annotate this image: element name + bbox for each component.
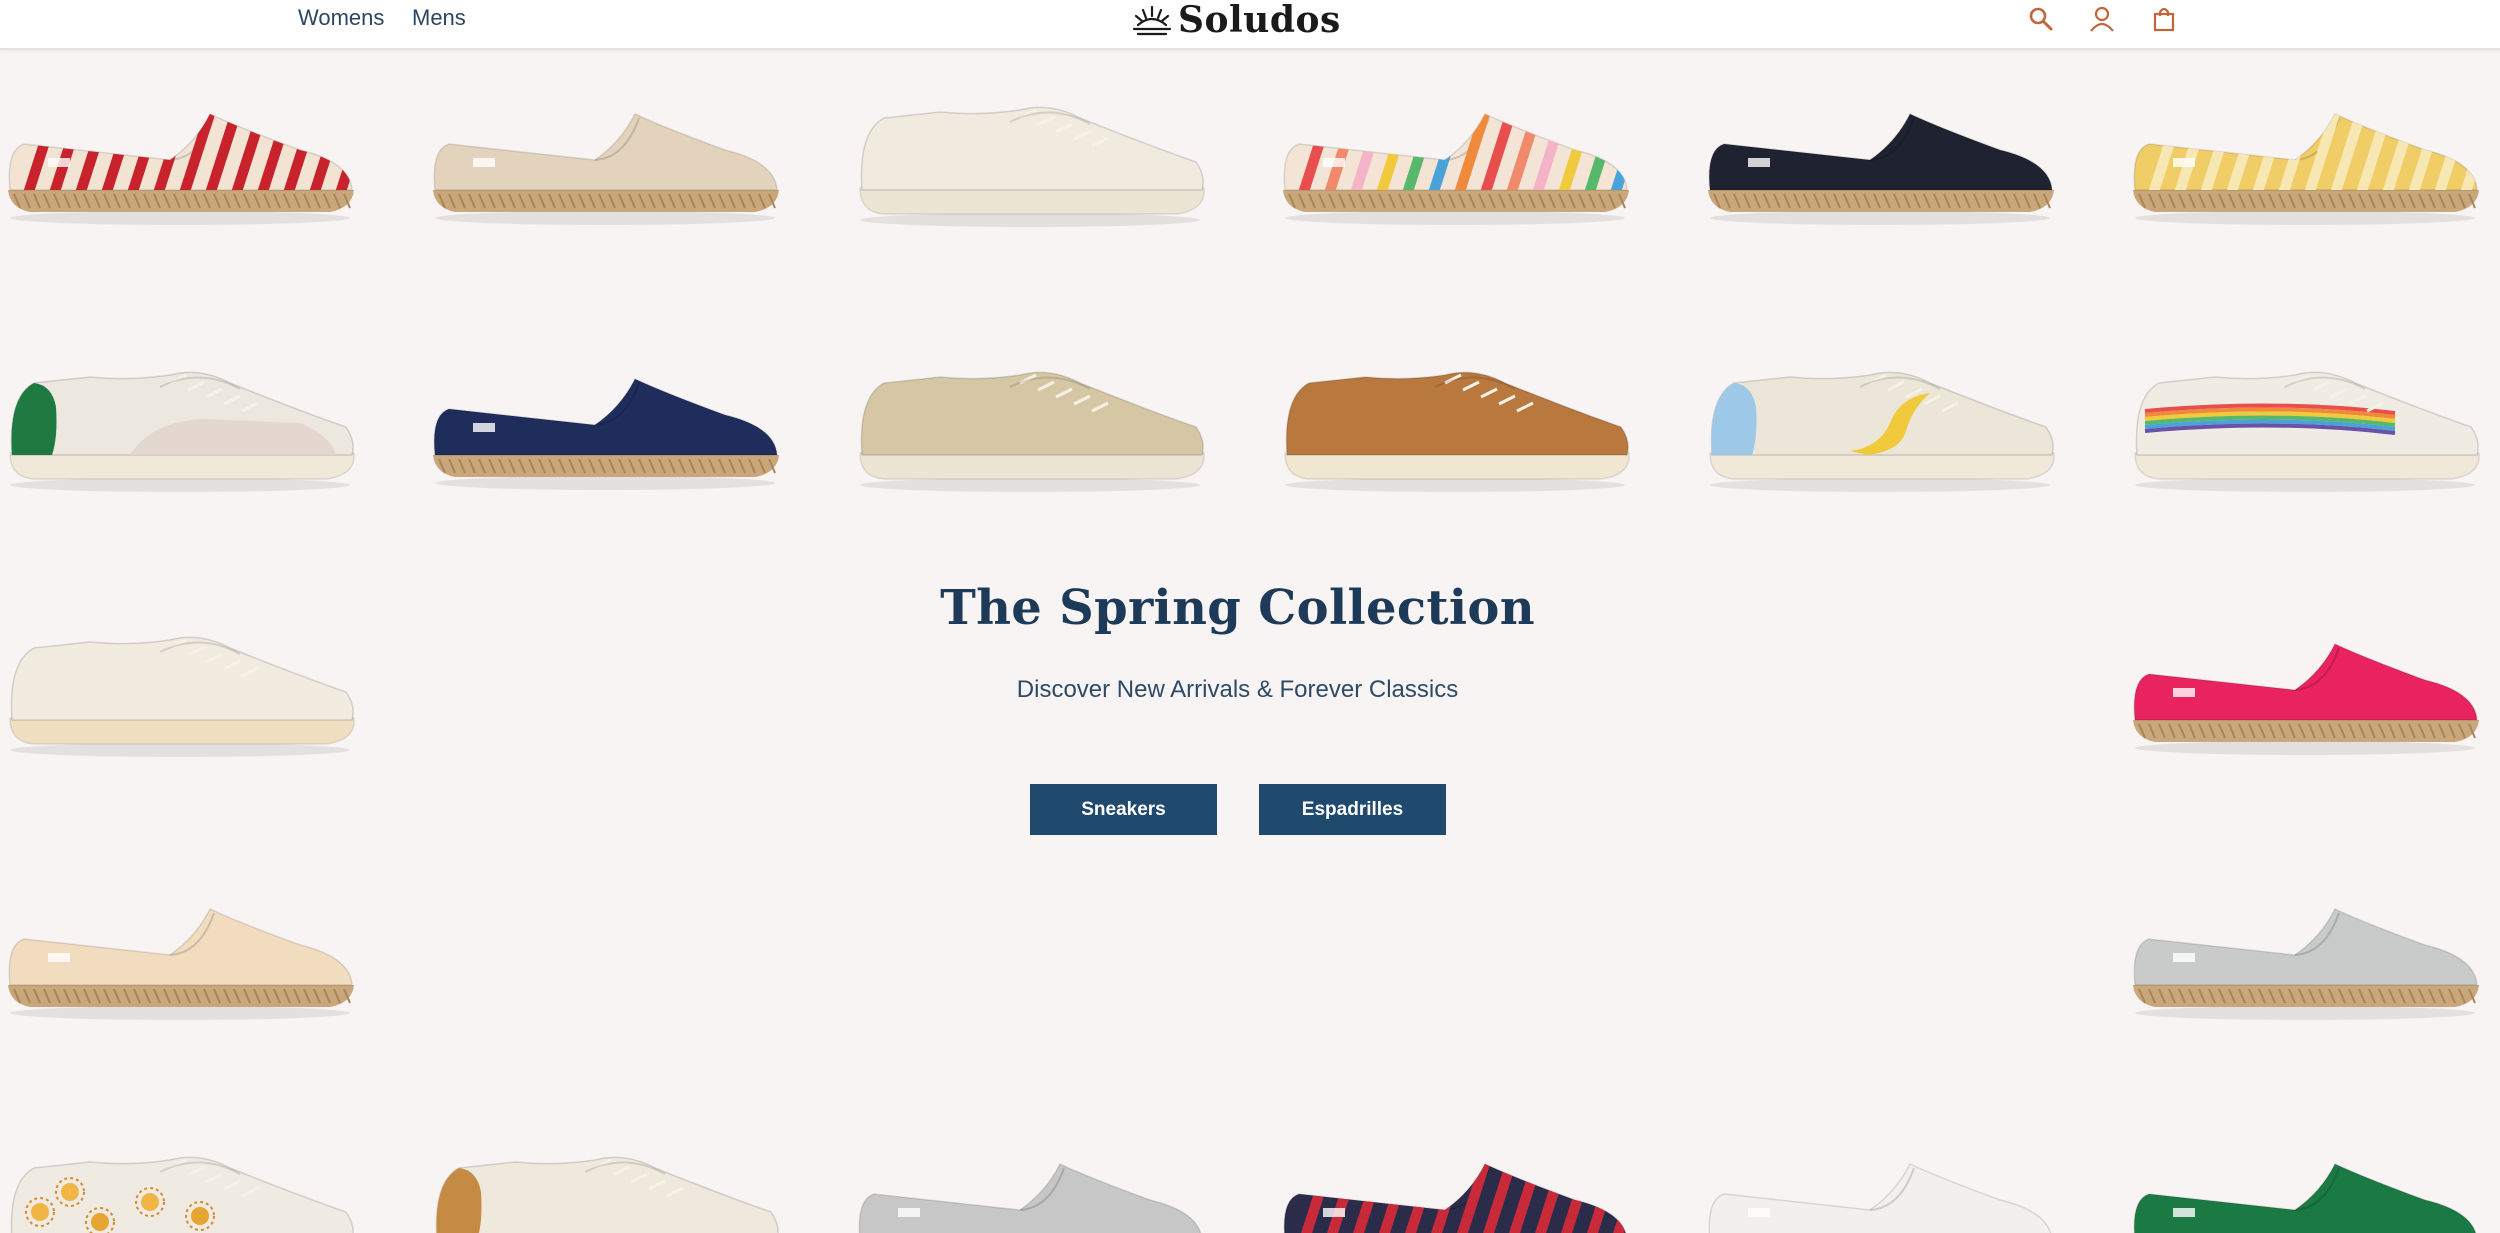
sneaker-image [1709, 371, 2055, 492]
product-shoe-image[interactable] [0, 62, 360, 232]
espadrille-image [1708, 113, 2054, 225]
sneaker-image [435, 1156, 779, 1233]
espadrille-image [1283, 113, 1629, 225]
espadrille-image [858, 1163, 1202, 1233]
sneaker-image [2134, 371, 2480, 492]
nav-womens-link[interactable]: Womens [298, 5, 384, 31]
product-shoe-image[interactable] [2125, 1112, 2485, 1233]
sneakers-button[interactable]: Sneakers [1030, 784, 1217, 835]
sneaker-image [1284, 371, 1630, 492]
product-shoe-image[interactable] [0, 1112, 360, 1233]
hero-buttons: Sneakers Espadrilles [1030, 784, 1446, 835]
product-shoe-image[interactable] [1275, 1112, 1635, 1233]
sneaker-image [859, 106, 1205, 227]
product-shoe-image[interactable] [1700, 1112, 2060, 1233]
espadrille-image [2133, 643, 2479, 755]
search-icon[interactable] [2027, 5, 2055, 33]
product-shoe-image[interactable] [1275, 327, 1635, 497]
product-shoe-image[interactable] [2125, 62, 2485, 232]
espadrilles-button[interactable]: Espadrilles [1259, 784, 1446, 835]
sneaker-image [9, 636, 355, 757]
product-shoe-image[interactable] [1700, 327, 2060, 497]
sneaker-image [10, 1156, 354, 1233]
espadrille-image [8, 908, 354, 1020]
product-shoe-image[interactable] [425, 62, 785, 232]
sun-logo-icon [1132, 5, 1172, 36]
product-shoe-image[interactable] [2125, 592, 2485, 762]
product-shoe-image[interactable] [1700, 62, 2060, 232]
hero-subtitle: Discover New Arrivals & Forever Classics [1016, 676, 1459, 703]
account-icon[interactable] [2088, 5, 2116, 33]
espadrille-image [2133, 1163, 2477, 1233]
espadrille-image [2133, 113, 2479, 225]
espadrille-image [1283, 1163, 1627, 1233]
site-logo[interactable]: Soludos [1132, 0, 1341, 41]
logo-wordmark: Soludos [1178, 0, 1341, 41]
sneaker-image [9, 371, 355, 492]
cart-icon[interactable] [2150, 5, 2178, 33]
product-shoe-image[interactable] [850, 327, 1210, 497]
product-shoe-image[interactable] [425, 327, 785, 497]
sneaker-image [859, 371, 1205, 492]
hero-title: The Spring Collection [940, 580, 1535, 636]
product-shoe-image[interactable] [850, 1112, 1210, 1233]
product-shoe-image[interactable] [0, 592, 360, 762]
nav-mens-link[interactable]: Mens [412, 5, 466, 31]
espadrille-image [433, 113, 779, 225]
product-shoe-image[interactable] [850, 62, 1210, 232]
site-header: Womens Mens Soludos [0, 0, 2500, 50]
hero-section: The Spring Collection Discover New Arriv… [700, 580, 1775, 704]
product-shoe-image[interactable] [425, 1112, 785, 1233]
espadrille-image [2133, 908, 2479, 1020]
espadrille-image [433, 378, 779, 490]
product-shoe-image[interactable] [1275, 62, 1635, 232]
product-shoe-image[interactable] [0, 857, 360, 1027]
product-shoe-image[interactable] [2125, 327, 2485, 497]
product-shoe-image[interactable] [0, 327, 360, 497]
product-shoe-image[interactable] [2125, 857, 2485, 1027]
espadrille-image [1708, 1163, 2052, 1233]
espadrille-image [8, 113, 354, 225]
